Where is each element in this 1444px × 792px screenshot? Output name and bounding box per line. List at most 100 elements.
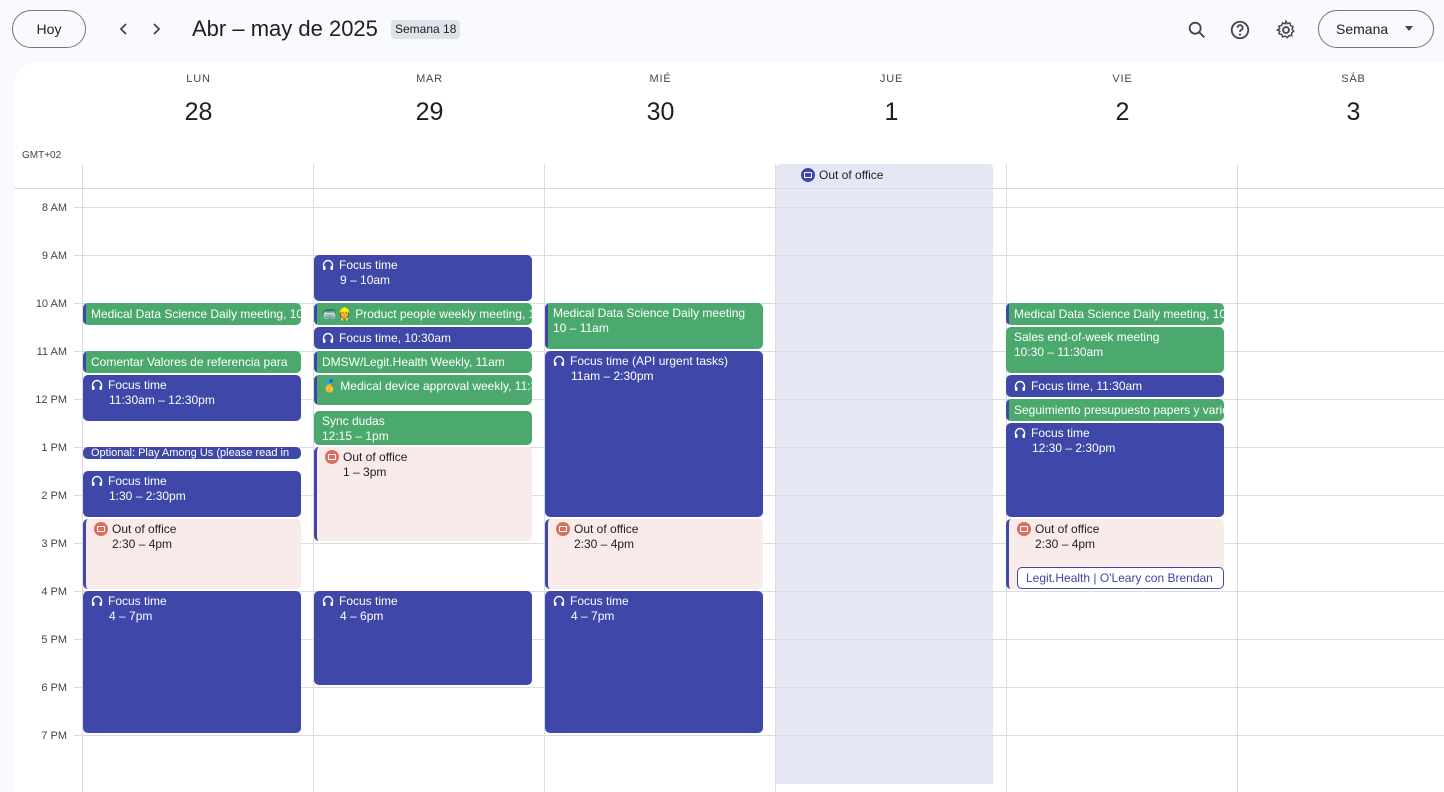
day-of-week: LUN [186, 73, 211, 85]
event-time: 1:30 – 2:30pm [109, 489, 186, 503]
event-chip[interactable]: Sync dudas 12:15 – 1pm [314, 411, 532, 445]
event-chip[interactable]: Legit.Health | O'Leary con Brendan [1017, 567, 1224, 589]
event-time: 11am – 2:30pm [571, 369, 654, 383]
next-week-button[interactable] [144, 17, 168, 41]
event-chip[interactable]: Medical Data Science Daily meeting 10 – … [545, 303, 763, 349]
event-time: 1 – 3pm [343, 465, 387, 479]
event-time: , 11am [468, 355, 505, 369]
event-chip[interactable]: Focus time, 10:30am [314, 327, 532, 349]
search-icon [1188, 21, 1205, 38]
event-time: 10 – 11am [553, 321, 609, 335]
help-button[interactable] [1226, 16, 1254, 44]
headphones-icon [1014, 380, 1026, 391]
event-time: , 11:30am [1089, 379, 1143, 393]
event-chip[interactable]: 🥇 Medical device approval weekly, 11:30a… [314, 375, 532, 405]
hour-label: 4 PM [41, 586, 67, 598]
hour-label: 5 PM [41, 634, 67, 646]
settings-button[interactable] [1272, 16, 1300, 44]
hour-label: 1 PM [41, 442, 67, 454]
hour-line [74, 735, 1444, 736]
day-header-tue[interactable]: MAR 29 [314, 62, 545, 162]
event-title: Focus time (API urgent tasks) [570, 354, 729, 368]
timezone-label: GMT+02 [22, 150, 62, 161]
view-selector-label: Semana [1336, 21, 1389, 37]
event-chip[interactable]: 🥽👷 Product people weekly meeting, 10am [314, 303, 532, 325]
event-time: 12:30 – 2:30pm [1032, 441, 1116, 455]
event-chip[interactable]: Focus time 1:30 – 2:30pm [83, 471, 301, 517]
settings-icon [1275, 19, 1295, 39]
headphones-icon [553, 355, 565, 366]
event-title: Focus time [1031, 426, 1090, 440]
event-chip[interactable]: Optional: Play Among Us (please read in [83, 447, 301, 459]
day-number[interactable]: 3 [1238, 98, 1444, 127]
week-number-badge: Semana 18 [391, 20, 461, 39]
event-chip[interactable]: Out of office 2:30 – 4pm [545, 519, 763, 589]
event-chip[interactable]: Focus time 9 – 10am [314, 255, 532, 301]
day-header-mon[interactable]: LUN 28 [83, 62, 314, 162]
event-time: 12:15 – 1pm [322, 429, 389, 443]
event-chip[interactable]: Focus time 12:30 – 2:30pm [1006, 423, 1224, 517]
hour-label: 6 PM [41, 682, 67, 694]
day-number[interactable]: 30 [545, 98, 776, 127]
event-chip[interactable]: Medical Data Science Daily meeting, 10am [1006, 303, 1224, 325]
day-number[interactable]: 1 [776, 98, 1007, 127]
day-of-week: JUE [879, 73, 904, 85]
event-time: 10:30 – 11:30am [1014, 345, 1104, 359]
event-chip[interactable]: Focus time 4 – 6pm [314, 591, 532, 685]
event-chip[interactable]: Seguimiento presupuesto papers y varios [1006, 399, 1224, 421]
event-time: 2:30 – 4pm [1035, 537, 1096, 551]
day-header-fri[interactable]: VIE 2 [1007, 62, 1238, 162]
event-chip[interactable]: Out of office 2:30 – 4pm [83, 519, 301, 589]
search-button[interactable] [1183, 16, 1211, 44]
event-chip[interactable]: Out of office 1 – 3pm [314, 447, 532, 541]
chevron-right-icon [153, 23, 161, 35]
day-of-week: SÁB [1341, 73, 1366, 85]
event-title: DMSW/Legit.Health Weekly [322, 355, 469, 369]
day-number[interactable]: 28 [83, 98, 314, 127]
event-time: 2:30 – 4pm [574, 537, 635, 551]
headphones-icon [91, 475, 103, 486]
event-title: 🥇 Medical device approval weekly, 11:30a… [322, 379, 532, 393]
day-number[interactable]: 2 [1007, 98, 1238, 127]
prev-week-button[interactable] [112, 17, 136, 41]
event-title: Out of office [574, 522, 639, 536]
allday-divider [14, 188, 1444, 189]
out-of-office-icon [1017, 522, 1031, 536]
day-number[interactable]: 29 [314, 98, 545, 127]
event-chip[interactable]: Focus time 4 – 7pm [545, 591, 763, 733]
day-header-sat[interactable]: SÁB 3 [1238, 62, 1444, 162]
event-title: Seguimiento presupuesto papers y varios [1014, 403, 1224, 417]
day-of-week: MAR [416, 73, 443, 85]
hour-label: 11 AM [36, 346, 67, 358]
day-header-thu[interactable]: JUE 1 [776, 62, 1007, 162]
event-title: Legit.Health | O'Leary con Brendan [1026, 571, 1213, 585]
event-title: Sync dudas [322, 414, 385, 428]
day-header-wed[interactable]: MIÉ 30 [545, 62, 776, 162]
event-chip[interactable]: DMSW/Legit.Health Weekly, 11am [314, 351, 532, 373]
view-selector-button[interactable]: Semana [1318, 10, 1434, 48]
event-chip[interactable]: Focus time 11:30am – 12:30pm [83, 375, 301, 421]
hour-line [74, 207, 1444, 208]
event-time: 4 – 7pm [571, 609, 615, 623]
event-chip[interactable]: Sales end-of-week meeting 10:30 – 11:30a… [1006, 327, 1224, 373]
hour-line [74, 255, 1444, 256]
allday-event-label[interactable]: Out of office [801, 168, 883, 182]
today-button[interactable]: Hoy [12, 10, 86, 48]
chevron-left-icon [119, 23, 127, 35]
hour-label: 7 PM [41, 730, 67, 742]
week-grid-panel: LUN 28 MAR 29 MIÉ 30 JUE 1 VIE 2 SÁB 3 G… [14, 62, 1444, 792]
event-chip[interactable]: Focus time (API urgent tasks) 11am – 2:3… [545, 351, 763, 517]
event-chip[interactable]: Medical Data Science Daily meeting, 10am [83, 303, 301, 325]
event-title: Medical Data Science Daily meeting, 10am [1014, 307, 1224, 321]
event-title: Medical Data Science Daily meeting [553, 306, 746, 320]
allday-out-of-office[interactable] [776, 164, 993, 784]
event-title: Focus time [339, 594, 398, 608]
event-title: Focus time [108, 594, 167, 608]
event-title: Out of office [112, 522, 177, 536]
headphones-icon [553, 595, 565, 606]
event-time: 9 – 10am [340, 273, 391, 287]
event-chip[interactable]: Focus time 4 – 7pm [83, 591, 301, 733]
day-of-week: VIE [1112, 73, 1133, 85]
event-chip[interactable]: Focus time, 11:30am [1006, 375, 1224, 397]
event-chip[interactable]: Comentar Valores de referencia para [83, 351, 301, 373]
